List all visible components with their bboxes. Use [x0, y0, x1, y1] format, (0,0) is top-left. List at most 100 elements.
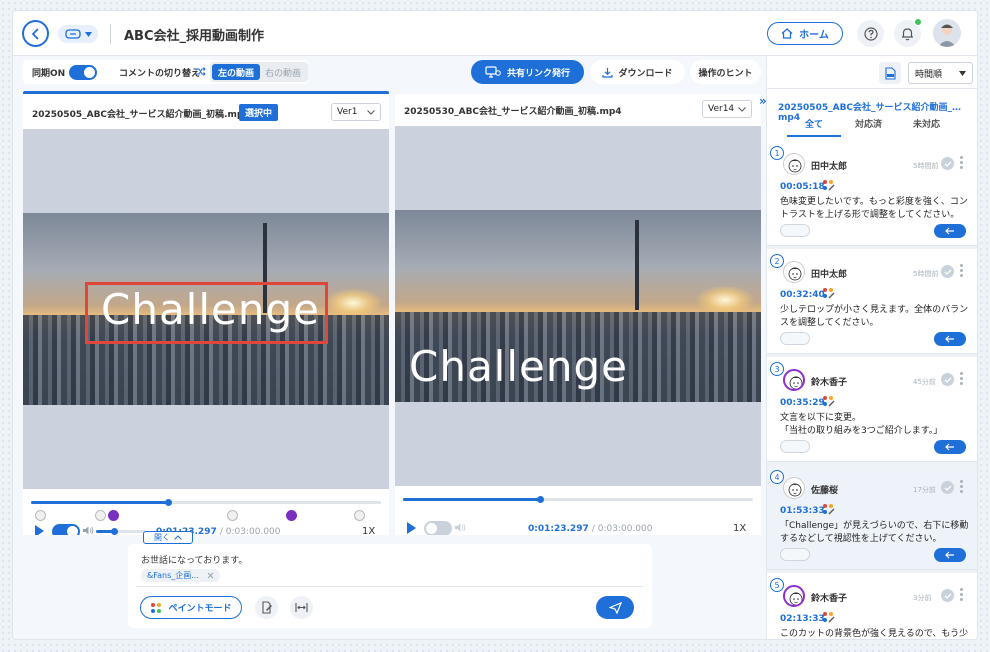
volume-icon[interactable]	[82, 525, 94, 535]
right-speed-button[interactable]: 1X	[733, 523, 746, 534]
comment-marker[interactable]	[354, 510, 365, 521]
sync-label: 同期ON	[32, 69, 66, 79]
share-link-icon	[485, 66, 501, 78]
comment-marker[interactable]	[95, 510, 106, 521]
download-button[interactable]: ダウンロード	[590, 60, 685, 84]
right-version-select[interactable]: Ver14	[702, 100, 752, 118]
palette-icon	[823, 180, 835, 191]
resolve-button[interactable]	[941, 373, 954, 386]
paint-annotation-icon[interactable]	[822, 503, 835, 519]
more-options-icon[interactable]	[960, 480, 963, 495]
send-button[interactable]	[596, 596, 634, 619]
reaction-button[interactable]	[780, 440, 810, 453]
comment-video-time[interactable]: 01:53:33	[780, 506, 825, 516]
comment-card[interactable]: 4 佐藤桜 17分前 01:53:33 「Challenge」が見えづらいので、…	[767, 465, 977, 570]
more-options-icon[interactable]	[960, 156, 963, 171]
resolve-button[interactable]	[941, 157, 954, 170]
comment-video-time[interactable]: 00:35:29	[780, 398, 825, 408]
right-seek-thumb[interactable]	[537, 496, 544, 503]
volume-icon[interactable]	[454, 522, 466, 533]
reply-button[interactable]	[934, 440, 966, 454]
more-options-icon[interactable]	[960, 372, 963, 387]
home-button[interactable]: ホーム	[767, 22, 843, 45]
comment-video-time[interactable]: 00:05:18	[780, 182, 825, 192]
left-video-option[interactable]: 左の動画	[212, 64, 260, 80]
reply-button[interactable]	[934, 332, 966, 346]
right-video-stage[interactable]: Challenge	[395, 126, 761, 486]
comment-video-time[interactable]: 00:32:40	[780, 290, 825, 300]
paint-annotation-icon[interactable]	[822, 287, 835, 303]
right-video-panel: 20250530_ABC会社_サービス紹介動画_初稿.mp4 Ver14 Cha…	[395, 94, 761, 535]
more-options-icon[interactable]	[960, 588, 963, 603]
share-link-button[interactable]: 共有リンク発行	[471, 60, 584, 84]
tower-silhouette	[635, 220, 639, 310]
sort-select[interactable]: 時間順	[908, 62, 973, 84]
left-seek-thumb[interactable]	[165, 499, 172, 506]
comment-input[interactable]: お世話になっております。	[141, 553, 247, 566]
tab-all[interactable]: 全て	[805, 117, 823, 130]
comment-video-time[interactable]: 02:13:33	[780, 614, 825, 624]
left-seek-progress	[31, 501, 168, 504]
left-video-stage[interactable]: Challenge	[23, 129, 389, 489]
shuffle-icon	[196, 67, 206, 76]
back-button[interactable]	[22, 20, 49, 47]
paint-annotation-icon[interactable]	[822, 395, 835, 411]
comment-number: 1	[770, 146, 784, 160]
toggle-knob	[84, 67, 95, 78]
comment-marker[interactable]	[286, 510, 297, 521]
mention-tag-chip[interactable]: &Fans_企画...	[141, 569, 220, 582]
resolve-button[interactable]	[941, 481, 954, 494]
hint-button[interactable]: 操作のヒント	[690, 60, 761, 84]
comment-marker[interactable]	[35, 510, 46, 521]
user-avatar[interactable]	[933, 19, 961, 47]
reaction-button[interactable]	[780, 224, 810, 237]
commenter-avatar	[783, 261, 805, 283]
left-loop-toggle[interactable]	[52, 524, 80, 535]
left-speed-button[interactable]: 1X	[362, 526, 375, 535]
comment-marker[interactable]	[108, 510, 119, 521]
comment-card[interactable]: 3 鈴木香子 45分前 00:35:29 文言を以下に変更。 「当社の取り組みを…	[767, 357, 977, 462]
range-icon	[295, 603, 308, 612]
collapse-panel-icon[interactable]: »	[759, 94, 767, 108]
comment-marker[interactable]	[227, 510, 238, 521]
resolve-button[interactable]	[941, 265, 954, 278]
left-version-select[interactable]: Ver1	[331, 103, 381, 121]
resolve-button[interactable]	[941, 589, 954, 602]
right-video-filename: 20250530_ABC会社_サービス紹介動画_初稿.mp4	[404, 107, 622, 117]
tab-unresolved[interactable]: 未対応	[913, 117, 940, 130]
reaction-button[interactable]	[780, 548, 810, 561]
paint-annotation-icon[interactable]	[822, 611, 835, 627]
export-pdf-button[interactable]	[879, 62, 901, 84]
left-seek-bar[interactable]	[31, 499, 381, 506]
help-button[interactable]	[857, 20, 884, 47]
play-icon[interactable]	[35, 525, 44, 535]
right-video-option[interactable]: 右の動画	[260, 64, 306, 80]
check-icon	[944, 269, 951, 275]
more-options-icon[interactable]	[960, 264, 963, 279]
reaction-button[interactable]	[780, 332, 810, 345]
right-loop-toggle[interactable]	[424, 521, 452, 535]
play-icon[interactable]	[407, 522, 416, 534]
comment-card[interactable]: 1 田中太郎 5時間前 00:05:18 色味変更したいです。もっと彩度を強く、…	[767, 141, 977, 246]
tab-resolved[interactable]: 対応済	[855, 117, 882, 130]
composer-open-tab[interactable]: 開く	[143, 531, 193, 544]
reply-button[interactable]	[934, 224, 966, 238]
volume-slider[interactable]	[96, 528, 146, 535]
right-seek-bar[interactable]	[403, 496, 753, 503]
comment-filter-tabs: 全て 対応済 未対応	[767, 117, 977, 137]
close-icon[interactable]	[207, 572, 214, 579]
volume-thumb[interactable]	[111, 528, 118, 535]
attach-file-button[interactable]	[255, 596, 278, 619]
sync-toggle[interactable]	[69, 65, 97, 80]
reply-button[interactable]	[934, 548, 966, 562]
view-mode-dropdown[interactable]	[58, 25, 98, 43]
right-version-value: Ver14	[708, 104, 735, 114]
paint-annotation-icon[interactable]	[822, 179, 835, 195]
comment-card[interactable]: 5 鈴木香子 3分前 02:13:33 このカットの背景色が強く見えるので、もう…	[767, 573, 977, 639]
person-illustration-icon	[788, 267, 802, 281]
paint-mode-button[interactable]: ペイントモード	[140, 596, 242, 619]
comment-card[interactable]: 2 田中太郎 5時間前 00:32:40 少しテロップが小さく見えます。全体のバ…	[767, 249, 977, 354]
range-select-button[interactable]	[290, 596, 313, 619]
app-window: ABC会社_採用動画制作 ホーム 同期ON コメントの切り替え 左の動画 右の動	[12, 10, 978, 640]
comment-number: 4	[770, 470, 784, 484]
